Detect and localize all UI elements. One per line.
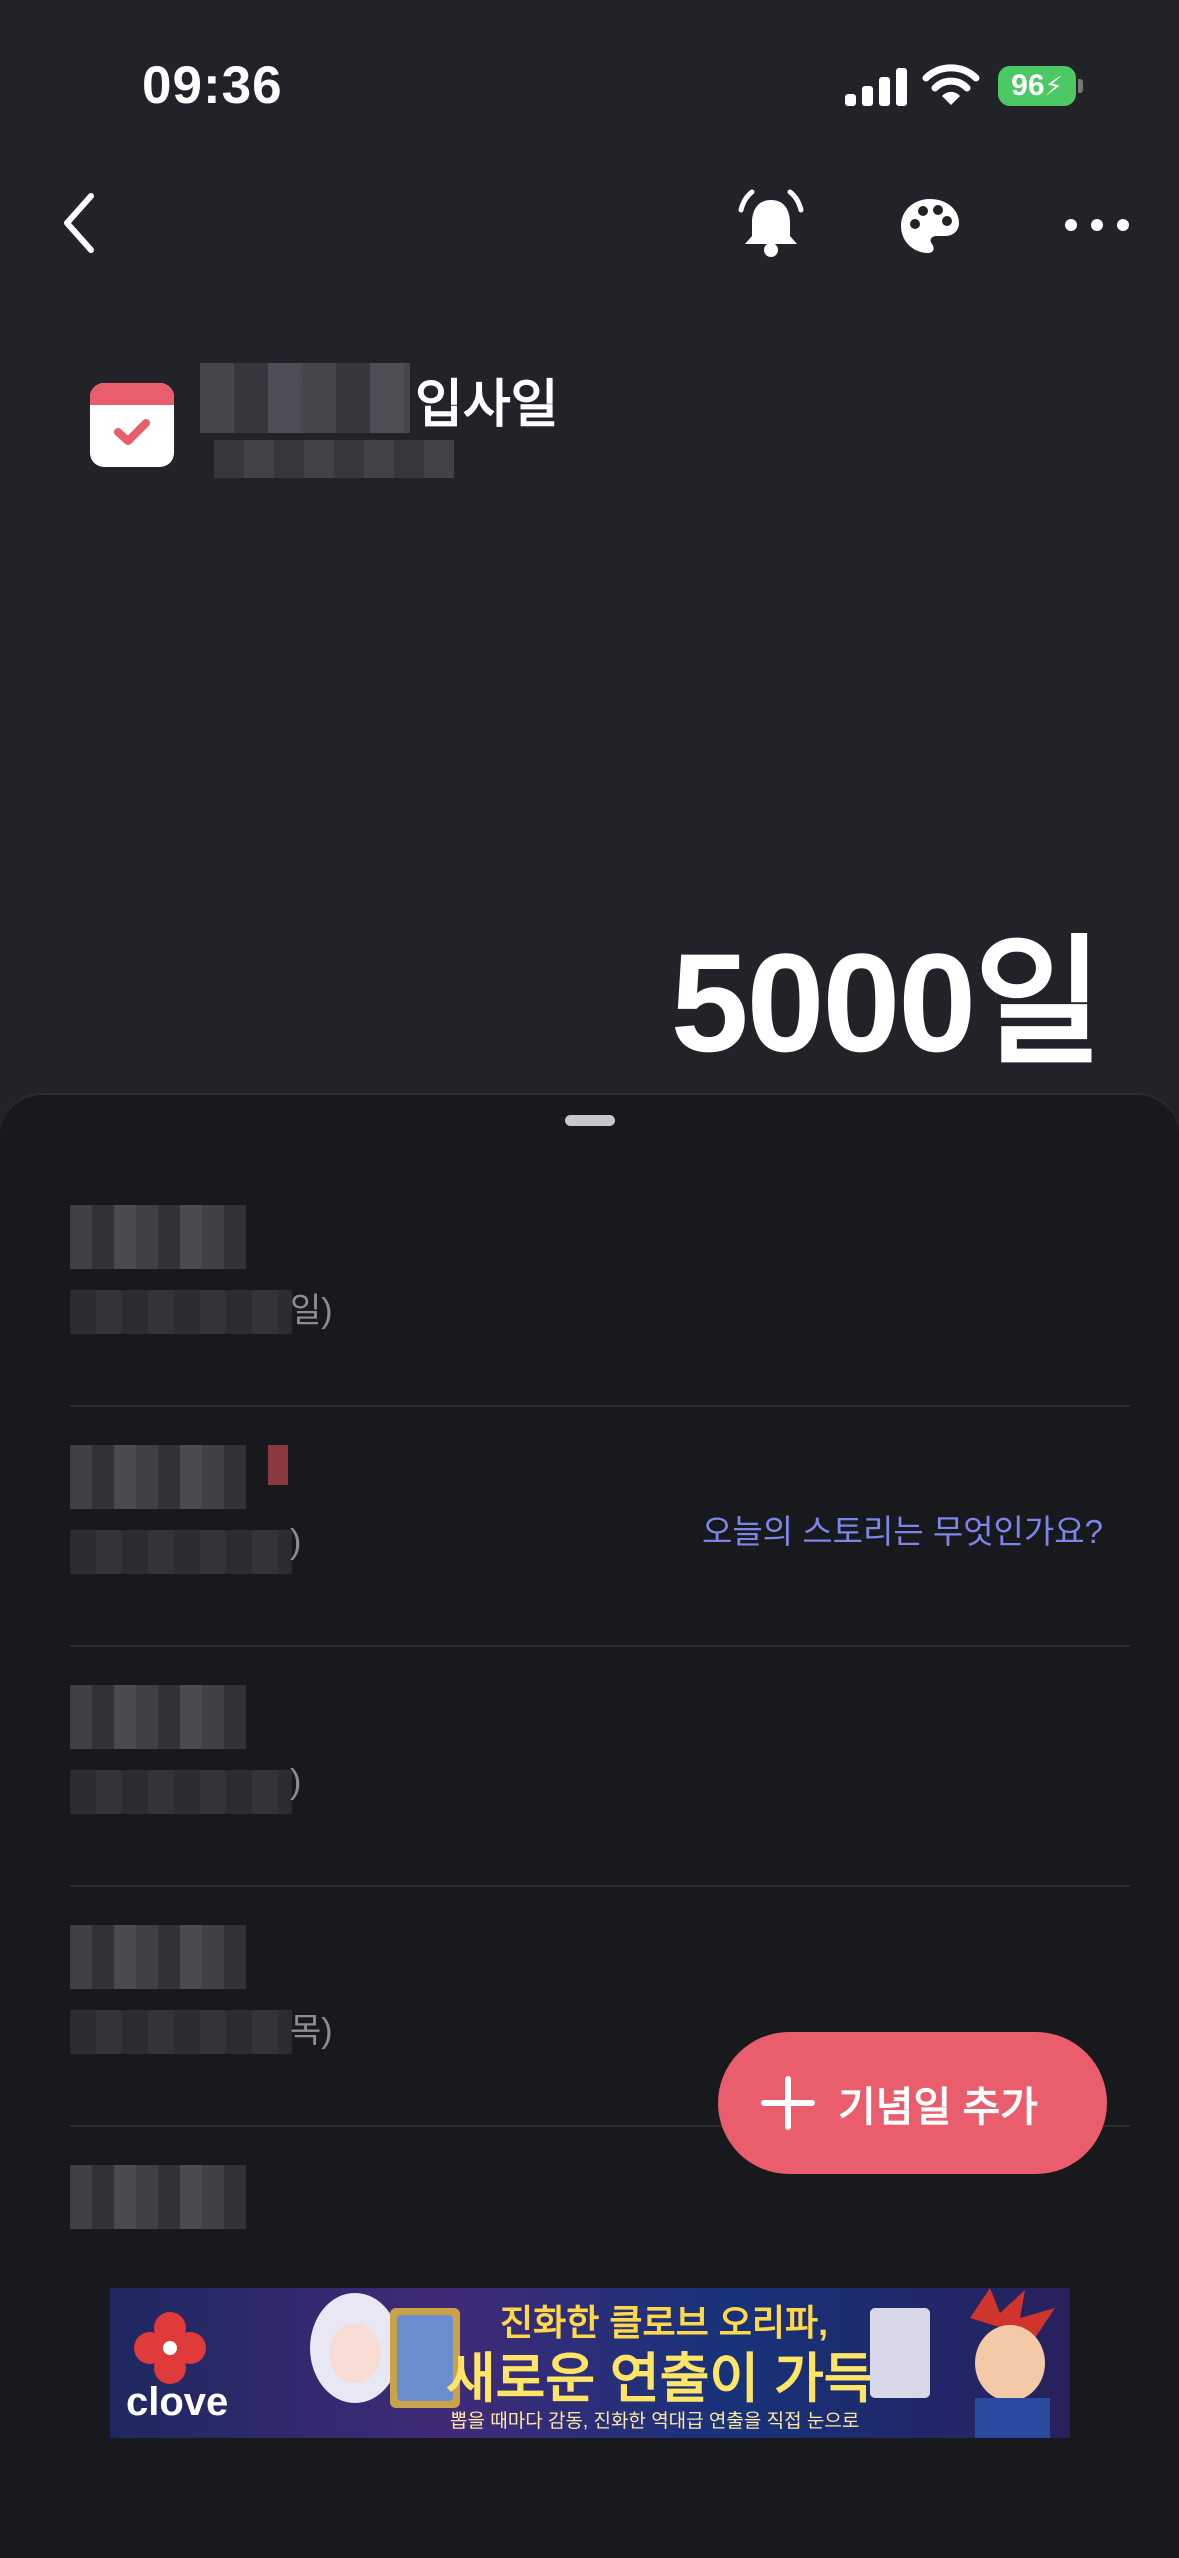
calendar-check-icon xyxy=(90,383,174,467)
row-date-suffix: ) xyxy=(290,1763,302,1801)
list-item[interactable]: ) 오늘의 스토리는 무엇인가요? xyxy=(70,1405,1130,1647)
event-title: 입사일 xyxy=(415,376,559,434)
ad-brand: clove xyxy=(126,2380,229,2424)
add-anniversary-label: 기념일 추가 xyxy=(838,2084,1038,2130)
add-anniversary-button[interactable]: 기념일 추가 xyxy=(718,2032,1107,2174)
more-icon[interactable] xyxy=(1062,210,1132,240)
redacted-label xyxy=(70,1205,246,1269)
plus-icon xyxy=(761,2076,815,2130)
ad-subtext: 뽑을 때마다 감동, 진화한 역대급 연출을 직접 눈으로 xyxy=(450,2411,860,2432)
redacted-name xyxy=(200,363,410,433)
redacted-label xyxy=(70,2165,246,2229)
list-item[interactable]: 일) xyxy=(70,1165,1130,1407)
row-date-suffix: ) xyxy=(290,1523,302,1561)
today-marker xyxy=(268,1445,288,1485)
story-link[interactable]: 오늘의 스토리는 무엇인가요? xyxy=(702,1505,1103,1553)
redacted-label xyxy=(70,1685,246,1749)
battery-icon: 96 ⚡ xyxy=(998,66,1076,106)
redacted-date xyxy=(70,1530,292,1574)
day-counter: 5000일 xyxy=(670,924,1103,1081)
ad-headline-2: 새로운 연출이 가득! xyxy=(446,2349,892,2409)
signal-icon xyxy=(845,66,907,106)
status-bar: 09:36 96 ⚡ xyxy=(0,0,1179,170)
redacted-label xyxy=(70,1445,246,1509)
row-date-suffix: 일) xyxy=(290,1292,333,1330)
redacted-label xyxy=(70,1925,246,1989)
status-time: 09:36 xyxy=(142,56,283,115)
anime-character-image xyxy=(870,2288,1055,2438)
sheet-drag-handle[interactable] xyxy=(565,1115,615,1126)
redacted-date xyxy=(70,2010,292,2054)
row-date-suffix: 목) xyxy=(290,2012,333,2050)
bell-icon[interactable] xyxy=(732,186,810,262)
ad-banner[interactable]: clove 진화한 클로브 오리파, 새로운 연출이 가득! 뽑을 때마다 감동… xyxy=(110,2288,1070,2438)
wifi-icon xyxy=(922,64,980,105)
redacted-date xyxy=(70,1290,292,1334)
palette-icon[interactable] xyxy=(898,196,962,256)
battery-tip xyxy=(1078,79,1083,93)
redacted-date xyxy=(70,1770,292,1814)
redacted-date xyxy=(214,440,454,478)
battery-level: 96 xyxy=(1011,69,1045,102)
list-item[interactable]: ) xyxy=(70,1645,1130,1887)
back-icon[interactable] xyxy=(55,190,105,256)
